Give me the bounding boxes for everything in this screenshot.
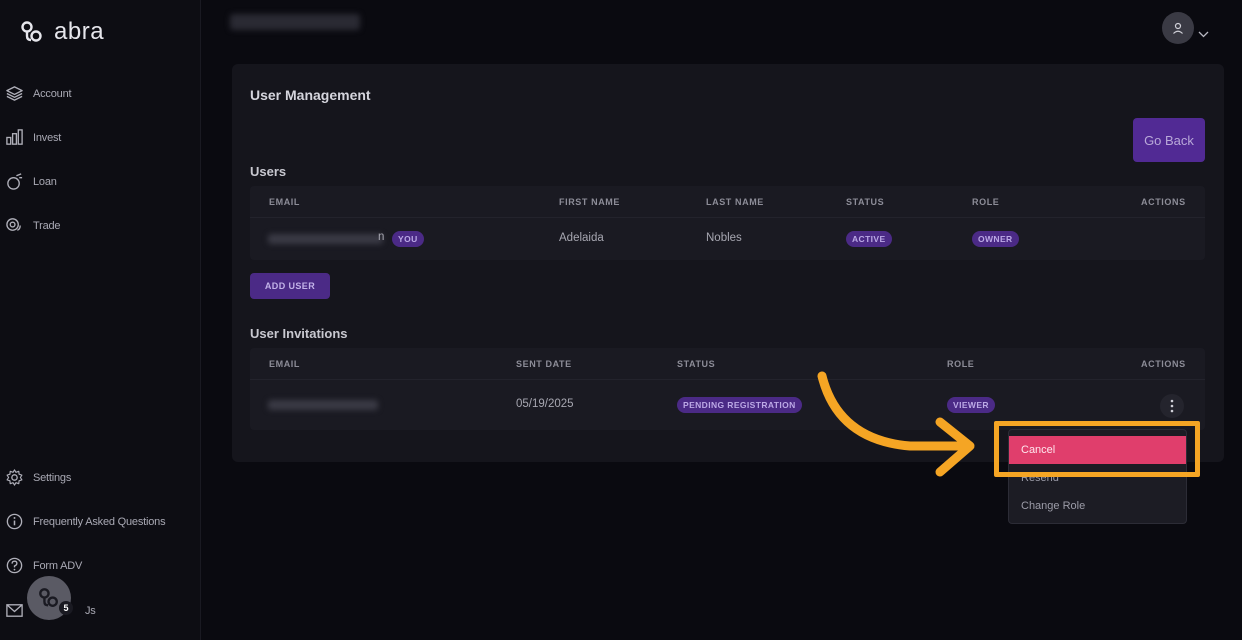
first-name-cell: Adelaida (559, 232, 604, 244)
sidebar-item-faq[interactable]: Frequently Asked Questions (5, 512, 166, 531)
gear-icon (6, 469, 23, 486)
page-title: User Management (250, 87, 371, 103)
user-avatar-button[interactable] (1162, 12, 1194, 44)
you-badge: YOU (392, 231, 424, 247)
status-badge: ACTIVE (846, 231, 892, 247)
sidebar: abra Account Invest Loan Trade Settings … (0, 0, 201, 640)
user-management-panel: User Management Go Back Users EMAIL FIRS… (232, 64, 1224, 462)
abra-logo-icon (39, 588, 58, 607)
email-suffix: n (378, 231, 385, 243)
column-header-actions: ACTIONS (1141, 197, 1186, 207)
column-header-email: EMAIL (269, 197, 300, 207)
chat-badge: 5 (59, 601, 73, 615)
row-actions-button[interactable] (1160, 394, 1184, 418)
column-header-role: ROLE (972, 197, 1000, 207)
page-header-blurred (230, 14, 360, 30)
column-header-status: STATUS (677, 359, 716, 369)
table-row: n YOU Adelaida Nobles ACTIVE OWNER (250, 218, 1205, 260)
menu-item-change-role[interactable]: Change Role (1009, 500, 1186, 512)
users-section-label: Users (250, 164, 287, 179)
actions-dropdown-menu: Cancel Resend Change Role (1008, 429, 1187, 524)
user-icon (1173, 22, 1183, 34)
brand-logo[interactable]: abra (20, 18, 104, 46)
last-name-cell: Nobles (706, 232, 742, 244)
go-back-button[interactable]: Go Back (1133, 118, 1205, 162)
sidebar-item-loan[interactable]: Loan (5, 172, 57, 191)
role-badge: OWNER (972, 231, 1019, 247)
abra-logo-icon (21, 21, 42, 42)
sidebar-item-label: Js (85, 604, 96, 617)
users-table-header: EMAIL FIRST NAME LAST NAME STATUS ROLE A… (250, 186, 1205, 218)
users-table: EMAIL FIRST NAME LAST NAME STATUS ROLE A… (250, 186, 1205, 260)
menu-item-cancel[interactable]: Cancel (1009, 436, 1186, 464)
sidebar-item-invest[interactable]: Invest (5, 128, 61, 147)
sidebar-item-label: Loan (33, 175, 57, 188)
column-header-email: EMAIL (269, 359, 300, 369)
layers-icon (6, 86, 23, 101)
mail-icon (6, 604, 23, 617)
info-icon (6, 513, 23, 530)
sidebar-item-label: Frequently Asked Questions (33, 515, 166, 528)
column-header-role: ROLE (947, 359, 975, 369)
column-header-status: STATUS (846, 197, 885, 207)
sidebar-item-label: Settings (33, 471, 72, 484)
column-header-actions: ACTIONS (1141, 359, 1186, 369)
role-badge: VIEWER (947, 397, 995, 413)
sidebar-item-account[interactable]: Account (5, 84, 72, 103)
sidebar-item-label: Trade (33, 219, 61, 232)
bar-chart-icon (6, 129, 23, 145)
trade-coins-icon (6, 218, 21, 231)
invitations-table-header: EMAIL SENT DATE STATUS ROLE ACTIONS (250, 348, 1205, 380)
sidebar-item-trade[interactable]: Trade (5, 216, 61, 235)
invitations-section-label: User Invitations (250, 326, 348, 341)
email-redacted (268, 400, 378, 410)
column-header-last-name: LAST NAME (706, 197, 764, 207)
sidebar-item-form-adv[interactable]: Form ADV (5, 556, 82, 575)
sidebar-item-label: Form ADV (33, 559, 83, 572)
brand-name: abra (54, 18, 105, 45)
sidebar-item-settings[interactable]: Settings (5, 468, 71, 487)
sidebar-item-label: Account (33, 87, 72, 100)
question-icon (6, 557, 23, 574)
sidebar-item-label: Invest (33, 131, 62, 144)
invitations-table: EMAIL SENT DATE STATUS ROLE ACTIONS 05/1… (250, 348, 1205, 430)
coin-loan-icon (7, 173, 23, 190)
column-header-sent-date: SENT DATE (516, 359, 572, 369)
column-header-first-name: FIRST NAME (559, 197, 620, 207)
add-user-button[interactable]: ADD USER (250, 273, 330, 299)
sent-date-cell: 05/19/2025 (516, 398, 574, 410)
more-vertical-icon (1170, 399, 1174, 413)
table-row: 05/19/2025 PENDING REGISTRATION VIEWER (250, 380, 1205, 430)
chevron-down-icon[interactable] (1198, 29, 1209, 41)
menu-item-resend[interactable]: Resend (1009, 472, 1186, 484)
email-redacted (268, 234, 383, 244)
status-badge: PENDING REGISTRATION (677, 397, 802, 413)
